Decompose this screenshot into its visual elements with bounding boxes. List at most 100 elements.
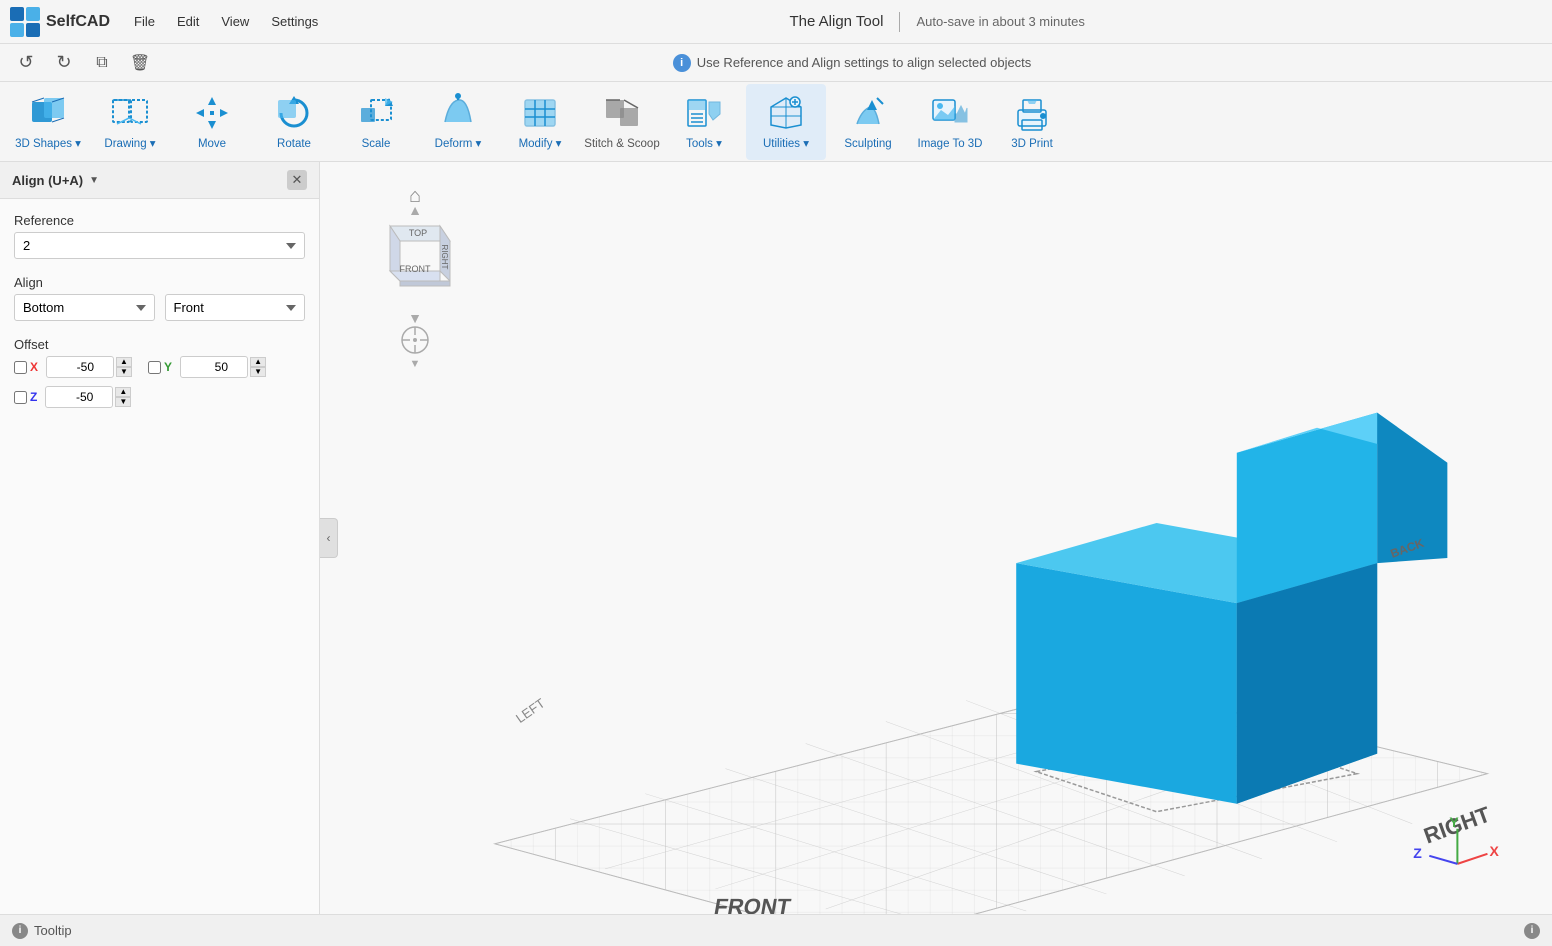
offset-y-check: Y [148,360,172,374]
z-spinner-controls: ▲ ▼ [115,387,131,407]
offset-z-checkbox[interactable] [14,391,27,404]
tooltip-label: Tooltip [34,923,72,938]
sculpting-icon [847,92,889,134]
image-to-3d-icon [929,92,971,134]
rotate-icon [273,92,315,134]
tool-utilities[interactable]: Utilities ▾ [746,84,826,160]
viewport[interactable]: ‹ ⌂ [320,162,1552,914]
scale-icon [355,92,397,134]
x-spin-up[interactable]: ▲ [116,357,132,367]
offset-x-check: X [14,360,38,374]
title-area: The Align Tool Auto-save in about 3 minu… [332,12,1542,32]
align-label: Align [14,275,305,290]
z-spin-up[interactable]: ▲ [115,387,131,397]
modify-icon [519,92,561,134]
tool-move-label: Move [198,138,226,152]
y-spin-down[interactable]: ▼ [250,367,266,377]
align-section: Align Bottom Top Center Left Right Front… [14,275,305,321]
3d-shapes-icon [27,92,69,134]
svg-text:Z: Z [1413,845,1422,861]
left-panel: Align (U+A) ▼ ✕ Reference 2 1 3 Align [0,162,320,914]
z-spin-down[interactable]: ▼ [115,397,131,407]
tools-bar: 3D Shapes ▾ Drawing ▾ Move [0,82,1552,162]
offset-label: Offset [14,337,305,352]
copy-button[interactable]: ⧉ [88,49,116,77]
logo: SelfCAD [10,7,110,37]
tool-3d-shapes[interactable]: 3D Shapes ▾ [8,84,88,160]
delete-button[interactable]: 🗑 [126,49,154,77]
offset-y-checkbox[interactable] [148,361,161,374]
cube-left-front [1016,563,1237,804]
svg-text:Y: Y [1449,814,1459,830]
tool-rotate-label: Rotate [277,138,311,152]
offset-x-input[interactable] [46,356,114,378]
status-info-icon: i [1524,923,1540,939]
main-content: Align (U+A) ▼ ✕ Reference 2 1 3 Align [0,162,1552,914]
align-row: Bottom Top Center Left Right Front Back … [14,294,305,321]
tool-sculpting[interactable]: Sculpting [828,84,908,160]
collapse-panel-button[interactable]: ‹ [320,518,338,558]
offset-x-checkbox[interactable] [14,361,27,374]
utilities-icon [765,92,807,134]
tooltip-info-icon: i [12,923,28,939]
menu-settings[interactable]: Settings [263,10,326,33]
undo-button[interactable]: ↺ [12,49,40,77]
reference-label: Reference [14,213,305,228]
offset-y-spinner: ▲ ▼ [180,356,266,378]
reference-section: Reference 2 1 3 [14,213,305,259]
redo-button[interactable]: ↻ [50,49,78,77]
info-icon: i [673,54,691,72]
offset-z-input[interactable] [45,386,113,408]
tool-image-to-3d[interactable]: Image To 3D [910,84,990,160]
tool-deform[interactable]: Deform ▾ [418,84,498,160]
tool-modify[interactable]: Modify ▾ [500,84,580,160]
x-axis-label: X [30,360,38,374]
tool-drawing[interactable]: Drawing ▾ [90,84,170,160]
tool-tools-label: Tools ▾ [686,138,722,152]
panel-close-button[interactable]: ✕ [287,170,307,190]
scene-canvas: BACK FRONT RIGHT LEFT X Y Z [320,162,1552,914]
status-bar: i Tooltip i [0,914,1552,946]
autosave-text: Auto-save in about 3 minutes [916,14,1084,29]
align-front-select[interactable]: Front Back Center [165,294,306,321]
menu-file[interactable]: File [126,10,163,33]
panel-dropdown-arrow[interactable]: ▼ [89,175,99,186]
tool-scale[interactable]: Scale [336,84,416,160]
selfcad-logo-icon [10,7,40,37]
panel-body: Reference 2 1 3 Align Bottom Top Center … [0,199,319,430]
offset-section: Offset X ▲ ▼ Y [14,337,305,416]
offset-y-input[interactable] [180,356,248,378]
tool-3d-shapes-label: 3D Shapes ▾ [15,138,81,152]
x-spinner-controls: ▲ ▼ [116,357,132,377]
menu-edit[interactable]: Edit [169,10,207,33]
tool-sculpting-label: Sculpting [844,138,891,152]
offset-z-check: Z [14,390,37,404]
app-name: SelfCAD [46,13,110,31]
svg-text:X: X [1489,843,1499,859]
tool-move[interactable]: Move [172,84,252,160]
3d-print-icon [1011,92,1053,134]
x-spin-down[interactable]: ▼ [116,367,132,377]
panel-header: Align (U+A) ▼ ✕ [0,162,319,199]
y-spin-up[interactable]: ▲ [250,357,266,367]
align-bottom-select[interactable]: Bottom Top Center Left Right [14,294,155,321]
menu-view[interactable]: View [213,10,257,33]
tool-3d-print[interactable]: 3D Print [992,84,1072,160]
panel-title: Align (U+A) [12,173,83,188]
offset-z-row: Z ▲ ▼ [14,386,305,408]
move-icon [191,92,233,134]
tool-tools[interactable]: Tools ▾ [664,84,744,160]
tool-scale-label: Scale [362,138,391,152]
reference-select[interactable]: 2 1 3 [14,232,305,259]
y-spinner-controls: ▲ ▼ [250,357,266,377]
offset-x-spinner: ▲ ▼ [46,356,132,378]
tool-stitch-scoop-label: Stitch & Scoop [584,138,659,152]
z-axis-label: Z [30,390,37,404]
info-bar: i Use Reference and Align settings to al… [164,54,1540,72]
tools-icon [683,92,725,134]
tool-rotate[interactable]: Rotate [254,84,334,160]
tool-stitch-scoop[interactable]: Stitch & Scoop [582,84,662,160]
drawing-icon [109,92,151,134]
front-ground-label: FRONT [712,894,793,914]
left-label: LEFT [513,695,548,726]
